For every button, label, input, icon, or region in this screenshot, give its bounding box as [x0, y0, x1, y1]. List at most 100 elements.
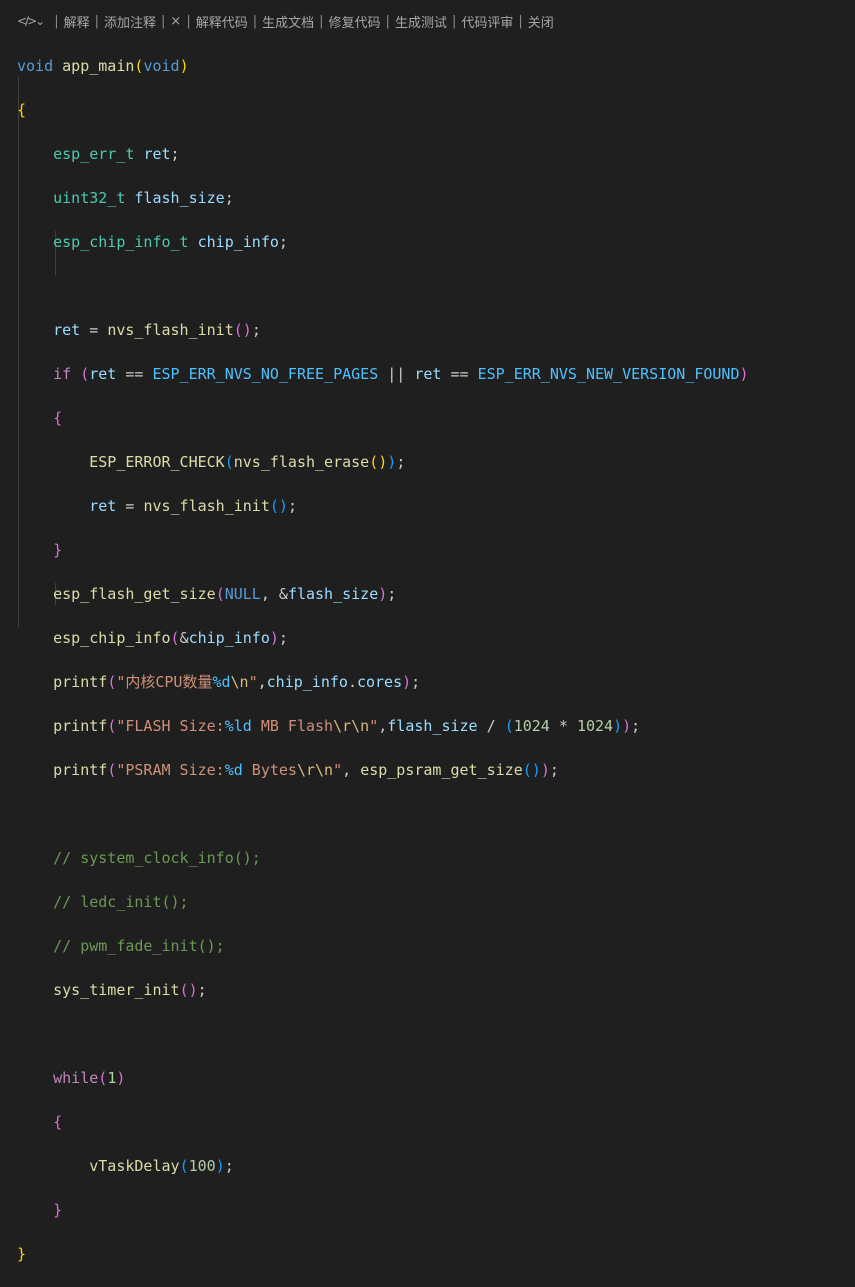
code-line: sys_timer_init(); [17, 979, 749, 1001]
sparkle-chevron-icon[interactable]: <∕>⌄ [17, 14, 45, 28]
code-token: ret [53, 321, 81, 339]
code-token: ( [107, 761, 117, 779]
code-token: ( [215, 585, 225, 603]
code-token: ) [531, 761, 541, 779]
code-token: ( [504, 717, 514, 735]
code-token: } [53, 541, 63, 559]
code-token: ) [540, 761, 550, 779]
code-token: , [378, 717, 388, 735]
code-token: 100 [188, 1157, 216, 1175]
code-token: 1024 [513, 717, 550, 735]
code-token: ( [98, 1069, 108, 1087]
code-token: ESP_ERR_NVS_NO_FREE_PAGES [152, 365, 379, 383]
code-token: == [441, 365, 478, 383]
code-line: esp_chip_info_t chip_info; [17, 231, 749, 253]
code-token: } [17, 1245, 27, 1263]
code-line: printf("PSRAM Size:%d Bytes\r\n", esp_ps… [17, 759, 749, 781]
code-token: nvs_flash_init [143, 497, 270, 515]
code-token: ; [411, 673, 421, 691]
code-line: } [17, 1243, 749, 1265]
code-token: void [17, 57, 54, 75]
codelens-generate-tests[interactable]: 生成测试 [395, 12, 447, 31]
code-comment: // ledc_init(); [53, 893, 189, 911]
code-token: cores [356, 673, 403, 691]
code-token: ( [179, 1157, 189, 1175]
code-token: * [549, 717, 577, 735]
code-token: ; [170, 145, 180, 163]
code-token: 1024 [576, 717, 614, 735]
code-token: ESP_ERROR_CHECK [89, 453, 225, 471]
code-token: chip_info [197, 233, 279, 251]
code-token: esp_flash_get_size [53, 585, 216, 603]
code-line: void app_main(void) [17, 55, 749, 77]
code-token: ; [387, 585, 397, 603]
code-token: flash_size [134, 189, 225, 207]
codelens-separator: | [385, 13, 390, 29]
code-token: ; [251, 321, 261, 339]
code-token: printf [53, 717, 108, 735]
codelens-separator: | [252, 13, 258, 29]
code-token: , [342, 761, 361, 779]
code-comment: // system_clock_info(); [53, 849, 261, 867]
codelens-generate-docs[interactable]: 生成文档 [262, 12, 314, 31]
code-line: ret = nvs_flash_init(); [17, 319, 749, 341]
code-token: 1 [107, 1069, 117, 1087]
code-token: ) [215, 1157, 225, 1175]
code-token: = [116, 497, 144, 515]
codelens-explain[interactable]: 解释 [64, 12, 90, 31]
code-line: esp_flash_get_size(NULL, &flash_size); [17, 583, 749, 605]
code-token: ) [188, 981, 198, 999]
code-token: ) [622, 717, 632, 735]
code-token: esp_chip_info_t [53, 233, 189, 251]
code-token: esp_chip_info [53, 629, 171, 647]
code-token: ret [89, 365, 117, 383]
code-token: %d [212, 673, 231, 691]
codelens-separator: | [451, 13, 457, 29]
code-token: ) [242, 321, 252, 339]
codelens-close-icon[interactable]: × [170, 14, 181, 29]
code-line: if (ret == ESP_ERR_NVS_NO_FREE_PAGES || … [17, 363, 748, 385]
codelens-separator: | [518, 13, 523, 29]
code-token: ) [613, 717, 623, 735]
code-line: } [17, 1199, 749, 1221]
code-token: & [179, 629, 189, 647]
code-line: { [17, 407, 749, 429]
code-token: " [333, 761, 343, 779]
code-line: ret = nvs_flash_init(); [17, 495, 749, 517]
codelens-explain-code[interactable]: 解释代码 [196, 12, 248, 31]
code-token: ( [107, 717, 117, 735]
code-token: ( [522, 761, 532, 779]
code-token: ret [143, 145, 171, 163]
code-token: %ld [224, 717, 252, 735]
code-token: %d [224, 761, 243, 779]
code-token: ) [378, 453, 388, 471]
codelens-fix-code[interactable]: 修复代码 [329, 12, 381, 31]
code-token: chip_info [266, 673, 348, 691]
codelens-close[interactable]: 关闭 [528, 12, 554, 31]
code-token: . [347, 673, 357, 691]
codelens-code-review[interactable]: 代码评审 [461, 12, 513, 31]
code-token: "内核CPU数量 [116, 673, 213, 691]
code-token: = [80, 321, 108, 339]
code-token: \n [230, 673, 249, 691]
code-token: sys_timer_init [53, 981, 180, 999]
code-token: "FLASH Size: [116, 717, 225, 735]
code-token: " [369, 717, 379, 735]
code-token: ) [402, 673, 412, 691]
code-token: NULL [224, 585, 261, 603]
codelens-add-comment[interactable]: 添加注释 [104, 12, 156, 31]
codelens-separator: | [186, 13, 191, 29]
code-editor[interactable]: void app_main(void) { esp_err_t ret; uin… [17, 33, 749, 1287]
code-line: while(1) [17, 1067, 749, 1089]
code-line: // pwm_fade_init(); [17, 935, 749, 957]
code-token: , & [260, 585, 288, 603]
code-comment: // pwm_fade_init(); [53, 937, 225, 955]
code-token: ret [89, 497, 117, 515]
code-token: ; [224, 189, 234, 207]
code-token: chip_info [188, 629, 270, 647]
code-token: ) [278, 497, 288, 515]
code-token: ; [224, 1157, 234, 1175]
code-line: esp_err_t ret; [17, 143, 749, 165]
codelens-separator: | [94, 13, 100, 29]
